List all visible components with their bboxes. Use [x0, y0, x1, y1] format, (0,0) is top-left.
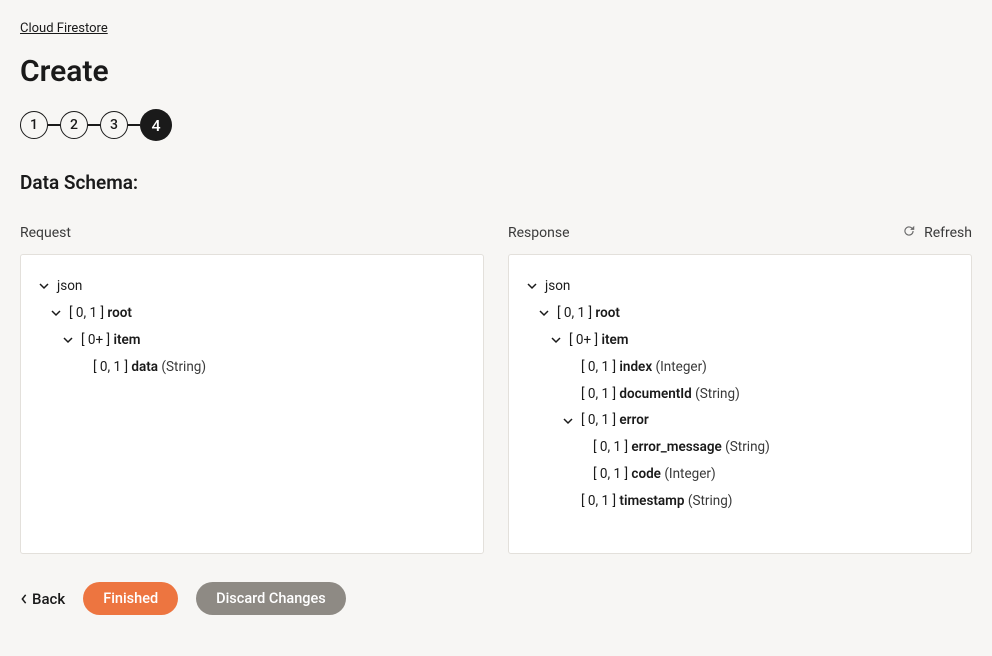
response-panel: json [ 0, 1 ] root	[508, 254, 972, 554]
request-panel: json [ 0, 1 ] root	[20, 254, 484, 554]
page-title: Create	[20, 54, 972, 89]
chevron-down-icon[interactable]	[549, 333, 563, 347]
chevron-down-icon[interactable]	[525, 279, 539, 293]
response-label: Response	[508, 225, 570, 241]
chevron-down-icon[interactable]	[49, 306, 63, 320]
back-button[interactable]: Back	[20, 590, 65, 608]
schema-row: Request json [ 0, 1 ] root	[20, 222, 972, 554]
step-4[interactable]: 4	[140, 109, 172, 141]
refresh-label: Refresh	[924, 225, 972, 241]
schema-node: [ 0+ ] item	[569, 331, 629, 350]
refresh-button[interactable]: Refresh	[902, 224, 972, 242]
back-label: Back	[32, 590, 65, 608]
stepper: 1 2 3 4	[20, 109, 972, 141]
request-label: Request	[20, 225, 71, 241]
schema-leaf: [ 0, 1 ] documentId (String)	[581, 385, 740, 404]
step-1[interactable]: 1	[20, 111, 48, 139]
schema-node: [ 0, 1 ] root	[557, 304, 620, 323]
response-column: Response Refresh json	[508, 222, 972, 554]
step-3[interactable]: 3	[100, 111, 128, 139]
schema-leaf: [ 0, 1 ] timestamp (String)	[581, 492, 733, 511]
step-2[interactable]: 2	[60, 111, 88, 139]
schema-leaf: [ 0, 1 ] error_message (String)	[593, 438, 770, 457]
footer: Back Finished Discard Changes	[20, 582, 972, 615]
chevron-down-icon[interactable]	[61, 333, 75, 347]
schema-leaf: [ 0, 1 ] code (Integer)	[593, 465, 716, 484]
schema-node: [ 0, 1 ] error	[581, 411, 649, 430]
step-connector	[48, 124, 60, 126]
chevron-down-icon[interactable]	[37, 279, 51, 293]
schema-root-label: json	[57, 277, 82, 296]
schema-leaf: [ 0, 1 ] data (String)	[93, 358, 206, 377]
chevron-down-icon[interactable]	[561, 414, 575, 428]
schema-leaf: [ 0, 1 ] index (Integer)	[581, 358, 707, 377]
refresh-icon	[902, 224, 916, 242]
chevron-down-icon[interactable]	[537, 306, 551, 320]
step-connector	[88, 124, 100, 126]
breadcrumb[interactable]: Cloud Firestore	[20, 21, 108, 36]
schema-node: [ 0+ ] item	[81, 331, 141, 350]
chevron-left-icon	[20, 590, 28, 608]
request-column: Request json [ 0, 1 ] root	[20, 222, 484, 554]
step-connector	[128, 124, 140, 126]
schema-node: [ 0, 1 ] root	[69, 304, 132, 323]
finished-button[interactable]: Finished	[83, 582, 178, 615]
schema-root-label: json	[545, 277, 570, 296]
section-title: Data Schema:	[20, 171, 972, 194]
discard-changes-button[interactable]: Discard Changes	[196, 582, 346, 615]
